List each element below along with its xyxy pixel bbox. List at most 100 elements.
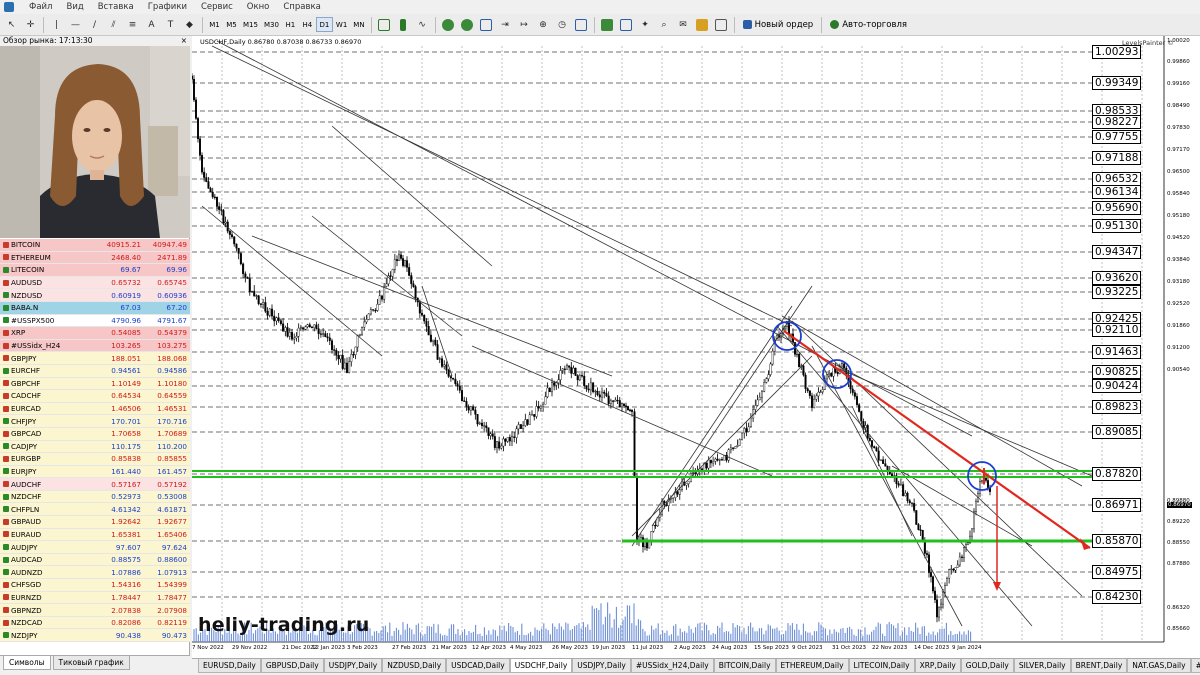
profiles-icon[interactable]: [618, 16, 635, 33]
horizontal-line-icon[interactable]: —: [67, 16, 84, 33]
chart-tab[interactable]: GBPUSD,Daily: [260, 659, 324, 673]
quote-row[interactable]: GBPAUD 1.92642 1.92677: [0, 516, 190, 529]
tf-m1[interactable]: M1: [206, 17, 223, 32]
quote-row[interactable]: AUDJPY 97.607 97.624: [0, 541, 190, 554]
quote-row[interactable]: NZDCHF 0.52973 0.53008: [0, 490, 190, 504]
menu-help[interactable]: Справка: [276, 2, 327, 12]
vertical-line-icon[interactable]: |: [48, 16, 65, 33]
menu-view[interactable]: Вид: [59, 2, 90, 12]
candles-icon[interactable]: [395, 16, 412, 33]
quote-row[interactable]: CADCHF 0.64534 0.64559: [0, 390, 190, 403]
tf-mn[interactable]: MN: [350, 17, 367, 32]
menu-insert[interactable]: Вставка: [91, 2, 141, 12]
menu-file[interactable]: Файл: [22, 2, 59, 12]
tile-windows-icon[interactable]: [478, 16, 495, 33]
trendline-icon[interactable]: ∕: [86, 16, 103, 33]
quote-row[interactable]: XRP 0.54085 0.54379: [0, 327, 190, 340]
quote-row[interactable]: EURGBP 0.85838 0.85855: [0, 453, 190, 466]
chart-tab[interactable]: LITECOIN,Daily: [848, 659, 915, 673]
tab-tick-chart[interactable]: Тиковый график: [52, 656, 130, 670]
quote-row[interactable]: NZDUSD 0.60919 0.60936: [0, 289, 190, 302]
chart-tab[interactable]: SILVER,Daily: [1013, 659, 1071, 673]
channel-icon[interactable]: ⫽: [105, 16, 122, 33]
signals-icon[interactable]: ✉: [675, 16, 692, 33]
line-chart-icon[interactable]: ∿: [414, 16, 431, 33]
quote-row[interactable]: AUDNZD 1.07886 1.07913: [0, 566, 190, 580]
zoom-in-icon[interactable]: [440, 16, 457, 33]
quote-row[interactable]: EURNZD 1.78447 1.78477: [0, 591, 190, 605]
zoom-out-icon[interactable]: [459, 16, 476, 33]
quote-row[interactable]: LITECOIN 69.67 69.96: [0, 264, 190, 277]
quote-row[interactable]: #USSidx_H24 103.265 103.275: [0, 339, 190, 353]
chart-tab[interactable]: #USSP: [1190, 659, 1200, 673]
chart-tab[interactable]: USDJPY,Daily: [323, 659, 383, 673]
quote-row[interactable]: BITCOIN 40915.21 40947.49: [0, 239, 190, 252]
quote-row[interactable]: EURAUD 1.65381 1.65406: [0, 528, 190, 542]
chart-tab[interactable]: USDJPY,Daily: [572, 659, 631, 673]
chart-window[interactable]: USDCHF,Daily 0.86780 0.87038 0.86733 0.8…: [192, 36, 1200, 658]
quote-row[interactable]: CHFPLN 4.61342 4.61871: [0, 503, 190, 517]
quote-row[interactable]: GBPJPY 188.051 188.068: [0, 352, 190, 365]
navigator-icon[interactable]: ✦: [637, 16, 654, 33]
periods-icon[interactable]: ◷: [554, 16, 571, 33]
fibonacci-icon[interactable]: ≡: [124, 16, 141, 33]
shapes-icon[interactable]: ◆: [181, 16, 198, 33]
quote-row[interactable]: CHFSGD 1.54316 1.54399: [0, 579, 190, 592]
chart-tab[interactable]: USDCAD,Daily: [446, 659, 510, 673]
quote-row[interactable]: ETHEREUM 2468.40 2471.89: [0, 251, 190, 265]
chart-tab[interactable]: XRP,Daily: [914, 659, 961, 673]
tf-m30[interactable]: M30: [261, 17, 282, 32]
menu-tools[interactable]: Сервис: [194, 2, 240, 12]
crosshair-icon[interactable]: ✛: [22, 16, 39, 33]
label-icon[interactable]: T: [162, 16, 179, 33]
chart-tab[interactable]: NZDUSD,Daily: [382, 659, 447, 673]
quote-row[interactable]: NZDCAD 0.82086 0.82119: [0, 616, 190, 630]
quote-row[interactable]: GBPNZD 2.07838 2.07908: [0, 604, 190, 617]
market-icon[interactable]: [694, 16, 711, 33]
quote-row[interactable]: NZDJPY 90.438 90.473: [0, 629, 190, 642]
chart-canvas[interactable]: [192, 36, 1200, 658]
chart-tab[interactable]: EURUSD,Daily: [198, 659, 261, 673]
quote-row[interactable]: #USSPX500 4790.96 4791.67: [0, 314, 190, 328]
indicators-icon[interactable]: ⊕: [535, 16, 552, 33]
quote-row[interactable]: CADJPY 110.175 110.200: [0, 440, 190, 454]
tf-d1[interactable]: D1: [315, 17, 333, 32]
quote-row[interactable]: BABA.N 67.03 67.20: [0, 301, 190, 315]
tab-symbols[interactable]: Символы: [3, 656, 51, 670]
chart-tab[interactable]: USDCHF,Daily: [509, 659, 573, 673]
tf-w1[interactable]: W1: [333, 17, 350, 32]
chart-tab[interactable]: ETHEREUM,Daily: [775, 659, 849, 673]
text-icon[interactable]: A: [143, 16, 160, 33]
quote-row[interactable]: GBPCHF 1.10149 1.10180: [0, 377, 190, 391]
chart-tab[interactable]: #USSidx_H24,Daily: [630, 659, 714, 673]
chart-shift-icon[interactable]: ↦: [516, 16, 533, 33]
bar-chart-icon[interactable]: [376, 16, 393, 33]
chart-tab[interactable]: NAT.GAS,Daily: [1127, 659, 1191, 673]
new-order-button[interactable]: Новый ордер: [738, 16, 819, 33]
tf-h4[interactable]: H4: [299, 17, 316, 32]
cursor-icon[interactable]: ↖: [3, 16, 20, 33]
chart-tab[interactable]: GOLD,Daily: [960, 659, 1014, 673]
tf-m5[interactable]: M5: [223, 17, 240, 32]
quote-row[interactable]: AUDUSD 0.65732 0.65745: [0, 276, 190, 290]
templates-icon[interactable]: [573, 16, 590, 33]
search-icon[interactable]: ⌕: [656, 16, 673, 33]
auto-trading-button[interactable]: Авто-торговля: [825, 16, 912, 33]
terminal-icon[interactable]: [713, 16, 730, 33]
quote-row[interactable]: EURCAD 1.46506 1.46531: [0, 402, 190, 416]
quote-row[interactable]: GBPCAD 1.70658 1.70689: [0, 427, 190, 441]
chart-tab[interactable]: BRENT,Daily: [1070, 659, 1128, 673]
quote-row[interactable]: EURJPY 161.440 161.457: [0, 465, 190, 479]
menu-window[interactable]: Окно: [240, 2, 277, 12]
quote-row[interactable]: AUDCHF 0.57167 0.57192: [0, 478, 190, 491]
close-icon[interactable]: ×: [181, 36, 190, 46]
tf-h1[interactable]: H1: [282, 17, 299, 32]
quote-row[interactable]: AUDCAD 0.88575 0.88600: [0, 553, 190, 567]
menu-charts[interactable]: Графики: [141, 2, 194, 12]
quote-row[interactable]: EURCHF 0.94561 0.94586: [0, 364, 190, 378]
new-chart-icon[interactable]: [599, 16, 616, 33]
autoscroll-icon[interactable]: ⇥: [497, 16, 514, 33]
chart-tab[interactable]: BITCOIN,Daily: [713, 659, 776, 673]
quote-row[interactable]: CHFJPY 170.701 170.716: [0, 415, 190, 428]
tf-m15[interactable]: M15: [240, 17, 261, 32]
